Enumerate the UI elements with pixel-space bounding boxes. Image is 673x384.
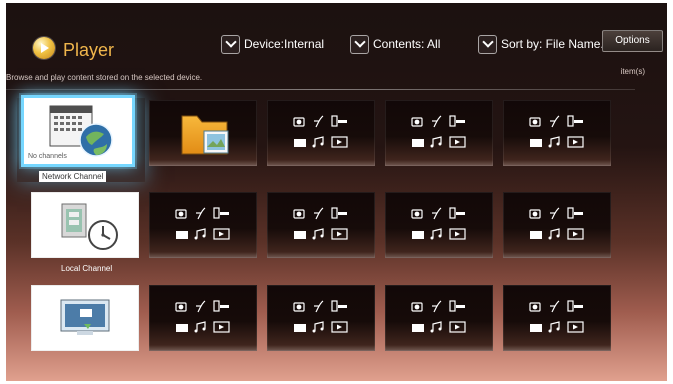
media-type-icon <box>293 300 348 333</box>
media-tile[interactable] <box>385 100 493 166</box>
player-header: Player Device:Internal Contents: All Sor… <box>6 3 667 93</box>
item-count: item(s) <box>620 67 645 76</box>
media-tile[interactable] <box>267 100 375 166</box>
network-channel-status: No channels <box>28 153 67 160</box>
folder-icon <box>181 115 229 155</box>
media-tile[interactable] <box>149 285 257 351</box>
media-type-icon <box>293 207 348 240</box>
chevron-down-icon <box>221 34 240 54</box>
media-type-icon <box>175 300 230 333</box>
chevron-down-icon <box>350 34 369 54</box>
sort-dropdown-label: Sort by: File Name... <box>501 37 611 51</box>
media-tile[interactable] <box>385 285 493 351</box>
header-divider <box>6 89 635 90</box>
sort-dropdown[interactable]: Sort by: File Name... <box>478 34 610 54</box>
media-tile[interactable] <box>267 192 375 258</box>
media-tile[interactable] <box>149 192 257 258</box>
display-icon <box>60 299 110 335</box>
media-type-icon <box>175 207 230 240</box>
player-screen: Player Device:Internal Contents: All Sor… <box>6 3 667 381</box>
page-title: Player <box>63 40 115 60</box>
local-channel-tile[interactable] <box>31 192 139 258</box>
player-logo-icon <box>33 37 55 59</box>
media-tile[interactable] <box>385 192 493 258</box>
network-channel-label: Network Channel <box>39 171 107 182</box>
media-type-icon <box>529 207 584 240</box>
network-channel-tile[interactable]: No channels <box>21 95 135 167</box>
media-type-icon <box>293 115 348 148</box>
local-channel-label: Local Channel <box>61 264 113 273</box>
media-type-icon <box>411 207 466 240</box>
media-type-icon <box>411 300 466 333</box>
media-tile[interactable] <box>267 285 375 351</box>
chevron-down-icon <box>478 34 497 54</box>
media-type-icon <box>529 300 584 333</box>
display-tile[interactable] <box>31 285 139 351</box>
page-description: Browse and play content stored on the se… <box>6 73 203 82</box>
media-type-icon <box>529 115 584 148</box>
device-dropdown[interactable]: Device:Internal <box>221 34 324 54</box>
media-tile[interactable] <box>503 285 611 351</box>
contents-dropdown[interactable]: Contents: All <box>350 34 440 54</box>
media-tile[interactable] <box>503 192 611 258</box>
device-dropdown-label: Device:Internal <box>244 37 325 51</box>
options-button[interactable]: Options <box>602 30 663 52</box>
folder-tile[interactable] <box>149 100 257 166</box>
media-tile[interactable] <box>503 100 611 166</box>
clock-icon <box>61 203 118 250</box>
contents-dropdown-label: Contents: All <box>373 37 441 51</box>
media-type-icon <box>411 115 466 148</box>
